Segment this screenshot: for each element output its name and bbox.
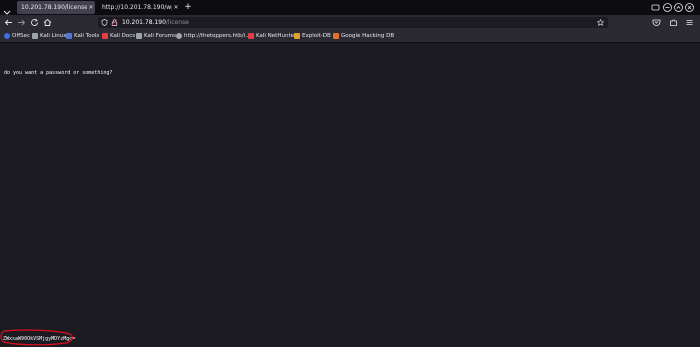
close-icon[interactable]: ✕ (87, 4, 95, 11)
menu-button[interactable] (684, 17, 695, 28)
reload-button[interactable] (29, 17, 40, 28)
bookmark-kali-linux[interactable]: Kali Linux (32, 31, 67, 41)
new-tab-button[interactable]: + (183, 2, 193, 12)
pocket-button[interactable] (651, 17, 662, 28)
bookmark-label: Kali Linux (40, 33, 67, 39)
home-icon (43, 18, 52, 26)
bookmark-label: Kali Docs (110, 33, 136, 39)
tab-wp-login[interactable]: http://10.201.78.190/wp-logi ✕ (98, 1, 180, 14)
privacy-icon[interactable] (650, 2, 661, 13)
nethunter-icon (248, 33, 254, 39)
exploit-db-icon (294, 33, 300, 39)
star-icon[interactable] (597, 19, 604, 26)
globe-icon (176, 33, 182, 39)
reload-icon (31, 18, 38, 26)
bookmarks-toolbar: OffSec Kali Linux Kali Tools Kali Docs K… (0, 30, 700, 43)
address-bar[interactable]: 10.201.78.190/license (98, 17, 608, 28)
kali-docs-icon (102, 33, 108, 39)
back-arrow-icon (4, 19, 12, 26)
bookmark-offsec[interactable]: OffSec (4, 31, 30, 41)
minimize-icon[interactable] (662, 2, 673, 13)
hamburger-icon (686, 20, 693, 25)
tab-license[interactable]: 10.201.78.190/license ✕ (17, 1, 95, 14)
ghdb-icon (333, 33, 339, 39)
bookmark-kali-docs[interactable]: Kali Docs (102, 31, 135, 41)
kali-tools-icon (66, 33, 72, 39)
bookmark-label: Kali Forums (144, 33, 176, 39)
bookmark-thetoppers[interactable]: http://thetoppers.htb/i... (176, 31, 250, 41)
forward-button[interactable] (16, 17, 27, 28)
pocket-icon (652, 19, 661, 26)
extensions-button[interactable] (668, 17, 679, 28)
bookmark-label: Kali Tools (74, 33, 100, 39)
url-text: 10.201.78.190/license (122, 17, 189, 28)
insecure-lock-icon[interactable] (111, 19, 118, 26)
bookmark-kali-forums[interactable]: Kali Forums (136, 31, 176, 41)
kali-icon (32, 33, 38, 39)
bookmark-label: OffSec (12, 33, 31, 39)
back-button[interactable] (3, 17, 14, 28)
kali-forums-icon (136, 33, 142, 39)
url-path: /license (165, 19, 189, 26)
bookmark-exploit-db[interactable]: Exploit-DB (294, 31, 331, 41)
tab-label: http://10.201.78.190/wp-logi (102, 4, 172, 11)
navigation-bar: 10.201.78.190/license (0, 15, 700, 30)
maximize-icon[interactable] (673, 2, 684, 13)
tab-bar: 10.201.78.190/license ✕ http://10.201.78… (0, 0, 700, 15)
forward-arrow-icon (18, 19, 26, 26)
page-content: do you want a password or something? ZWx… (0, 43, 700, 347)
tab-label: 10.201.78.190/license (21, 4, 87, 11)
bookmark-kali-nethunter[interactable]: Kali NetHunter (248, 31, 296, 41)
window-controls (650, 2, 696, 13)
page-message[interactable]: do you want a password or something? (4, 70, 112, 76)
browser-window: 10.201.78.190/license ✕ http://10.201.78… (0, 0, 700, 347)
bookmark-label: Kali NetHunter (256, 33, 297, 39)
encoded-password-string[interactable]: ZWxsaW90OkVSMjgyMDYzMgo= (3, 336, 75, 342)
bookmark-label: Exploit-DB (302, 33, 331, 39)
window-close-icon[interactable] (684, 2, 695, 13)
shield-icon[interactable] (101, 19, 108, 26)
bookmark-google-hacking-db[interactable]: Google Hacking DB (333, 31, 394, 41)
tab-list-button[interactable] (2, 2, 12, 15)
close-icon[interactable]: ✕ (172, 4, 180, 11)
bookmark-label: http://thetoppers.htb/i... (184, 33, 251, 39)
offsec-icon (4, 33, 10, 39)
home-button[interactable] (42, 17, 53, 28)
puzzle-icon (670, 19, 677, 26)
bookmark-kali-tools[interactable]: Kali Tools (66, 31, 99, 41)
url-host: 10.201.78.190 (122, 19, 166, 26)
bookmark-label: Google Hacking DB (341, 33, 395, 39)
